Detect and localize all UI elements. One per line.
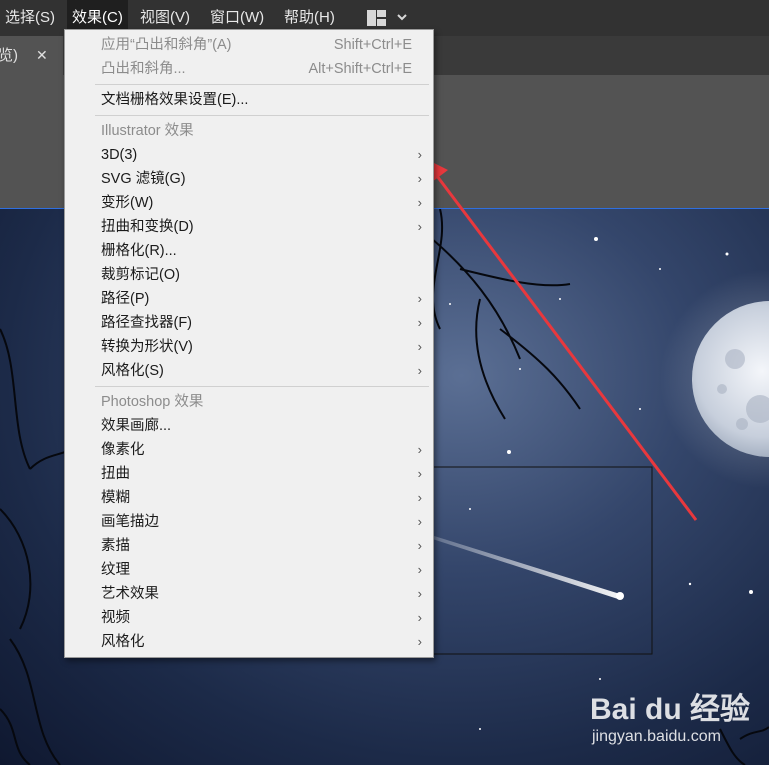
chevron-right-icon: › <box>417 562 422 577</box>
chevron-right-icon: › <box>417 490 422 505</box>
menu-item-brush-strokes[interactable]: 画笔描边 › <box>65 510 433 534</box>
chevron-right-icon: › <box>417 171 422 186</box>
menu-item-convert-to-shape[interactable]: 转换为形状(V) › <box>65 335 433 359</box>
menu-separator <box>95 84 429 85</box>
menu-item-last-effect: 凸出和斜角... Alt+Shift+Ctrl+E <box>101 61 412 77</box>
chevron-right-icon: › <box>417 219 422 234</box>
workspace-layout-icon <box>367 10 407 26</box>
watermark-logo: Bai du 经验 <box>590 693 751 726</box>
workspace-switcher-button[interactable] <box>364 8 408 28</box>
menu-separator <box>95 386 429 387</box>
menu-item-crop-marks[interactable]: 裁剪标记(O) <box>65 263 433 287</box>
menu-item-document-raster-effects-settings[interactable]: 文档栅格效果设置(E)... <box>65 88 433 112</box>
menu-item-warp[interactable]: 变形(W) › <box>65 191 433 215</box>
menu-item-pathfinder[interactable]: 路径查找器(F) › <box>65 311 433 335</box>
chevron-right-icon: › <box>417 610 422 625</box>
chevron-right-icon: › <box>417 538 422 553</box>
chevron-down-icon <box>397 14 407 21</box>
menu-item-sketch[interactable]: 素描 › <box>65 534 433 558</box>
close-icon[interactable]: ✕ <box>36 36 48 75</box>
baidu-jingyan-watermark: Bai du 经验 jingyan.baidu.com <box>590 684 751 745</box>
menu-item-svg-filters[interactable]: SVG 滤镜(G) › <box>65 167 433 191</box>
menu-item-blur[interactable]: 模糊 › <box>65 486 433 510</box>
chevron-right-icon: › <box>417 291 422 306</box>
menu-item-artistic[interactable]: 艺术效果 › <box>65 582 433 606</box>
selection-box <box>399 466 653 655</box>
menu-item-video[interactable]: 视频 › <box>65 606 433 630</box>
chevron-right-icon: › <box>417 586 422 601</box>
chevron-right-icon: › <box>417 466 422 481</box>
chevron-right-icon: › <box>417 514 422 529</box>
chevron-right-icon: › <box>417 442 422 457</box>
document-tab-label: 览) <box>0 47 18 64</box>
menu-item-distort[interactable]: 扭曲 › <box>65 462 433 486</box>
document-tab[interactable]: 览) ✕ <box>0 36 63 75</box>
menu-item-stylize-photoshop[interactable]: 风格化 › <box>65 630 433 654</box>
menu-item-effect-gallery[interactable]: 效果画廊... <box>65 414 433 438</box>
menu-select[interactable]: 选择(S) <box>0 0 60 36</box>
illustrator-effects-header: Illustrator 效果 <box>101 123 194 139</box>
effects-menu-dropdown: 应用“凸出和斜角”(A) Shift+Ctrl+E 凸出和斜角... Alt+S… <box>64 29 434 658</box>
chevron-right-icon: › <box>417 147 422 162</box>
photoshop-effects-header: Photoshop 效果 <box>101 394 204 410</box>
menu-item-stylize-illustrator[interactable]: 风格化(S) › <box>65 359 433 383</box>
menu-item-3d[interactable]: 3D(3) › <box>65 143 433 167</box>
chevron-right-icon: › <box>417 339 422 354</box>
menu-item-apply-last-effect: 应用“凸出和斜角”(A) Shift+Ctrl+E <box>101 37 412 53</box>
chevron-right-icon: › <box>417 634 422 649</box>
menu-separator <box>95 115 429 116</box>
menu-item-rasterize[interactable]: 栅格化(R)... <box>65 239 433 263</box>
chevron-right-icon: › <box>417 315 422 330</box>
menu-item-texture[interactable]: 纹理 › <box>65 558 433 582</box>
watermark-url: jingyan.baidu.com <box>592 728 721 745</box>
menu-item-path[interactable]: 路径(P) › <box>65 287 433 311</box>
menu-item-pixelate[interactable]: 像素化 › <box>65 438 433 462</box>
chevron-right-icon: › <box>417 363 422 378</box>
chevron-right-icon: › <box>417 195 422 210</box>
menu-item-distort-transform[interactable]: 扭曲和变换(D) › <box>65 215 433 239</box>
